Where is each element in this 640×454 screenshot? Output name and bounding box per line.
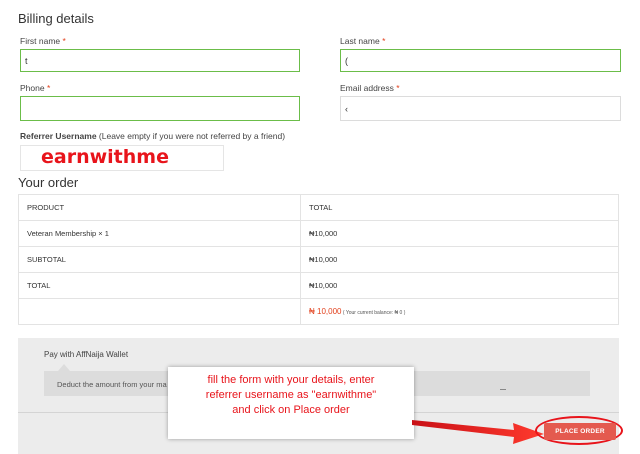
referrer-label-hint: (Leave empty if you were not referred by… [96, 131, 286, 141]
instruction-callout: fill the form with your details, enter r… [168, 367, 414, 439]
phone-input[interactable] [20, 96, 300, 121]
payment-method-label[interactable]: Pay with AffNaija Wallet [44, 350, 128, 359]
place-order-button[interactable]: PLACE ORDER [544, 423, 616, 440]
table-row: ₦ 10,000 ( Your current balance: ₦ 0 ) [18, 298, 619, 325]
empty-cell [18, 298, 301, 325]
subtotal-value: ₦10,000 [300, 246, 619, 273]
total-cell: ₦10,000 [300, 220, 619, 247]
product-cell: Veteran Membership × 1 [18, 220, 301, 247]
email-label: Email address * [340, 83, 400, 93]
callout-line-1: fill the form with your details, enter [207, 374, 375, 386]
last-name-label-text: Last name [340, 36, 380, 46]
referrer-value: earnwithme [41, 146, 169, 168]
header-total: TOTAL [300, 194, 619, 221]
first-name-label-text: First name [20, 36, 61, 46]
first-name-label: First name * [20, 36, 66, 46]
wallet-cell: ₦ 10,000 ( Your current balance: ₦ 0 ) [300, 298, 619, 325]
table-row: TOTAL ₦10,000 [18, 272, 619, 299]
product-qty: × 1 [96, 229, 109, 238]
arrow-right-icon [412, 420, 544, 444]
callout-line-2: referrer username as "earnwithme" [205, 389, 377, 401]
wallet-balance: ( Your current balance: ₦ 0 ) [341, 310, 406, 316]
header-product: PRODUCT [18, 194, 301, 221]
table-row: Veteran Membership × 1 ₦10,000 [18, 220, 619, 247]
order-table: PRODUCT TOTAL Veteran Membership × 1 ₦10… [18, 194, 619, 325]
payment-description: Deduct the amount from your ma [57, 380, 167, 389]
referrer-label-bold: Referrer Username [20, 131, 97, 141]
table-row: SUBTOTAL ₦10,000 [18, 246, 619, 273]
email-label-text: Email address [340, 83, 394, 93]
referrer-label: Referrer Username (Leave empty if you we… [20, 131, 285, 141]
total-label: TOTAL [18, 272, 301, 299]
required-mark: * [62, 36, 66, 46]
billing-title: Billing details [18, 11, 94, 26]
first-name-input[interactable] [20, 49, 300, 72]
subtotal-label: SUBTOTAL [18, 246, 301, 273]
wallet-total: ₦ 10,000 [309, 307, 342, 316]
product-name: Veteran Membership [27, 229, 97, 238]
required-mark: * [382, 36, 386, 46]
table-header-row: PRODUCT TOTAL [18, 194, 619, 221]
order-title: Your order [18, 175, 79, 190]
required-mark: * [396, 83, 400, 93]
last-name-label: Last name * [340, 36, 385, 46]
phone-label: Phone * [20, 83, 50, 93]
last-name-input[interactable] [340, 49, 621, 72]
callout-line-3: and click on Place order [232, 404, 350, 416]
email-input[interactable] [340, 96, 621, 121]
total-value: ₦10,000 [300, 272, 619, 299]
cursor-mark-icon [500, 389, 506, 390]
phone-label-text: Phone [20, 83, 45, 93]
required-mark: * [46, 83, 51, 93]
caret-up-icon [58, 364, 70, 371]
